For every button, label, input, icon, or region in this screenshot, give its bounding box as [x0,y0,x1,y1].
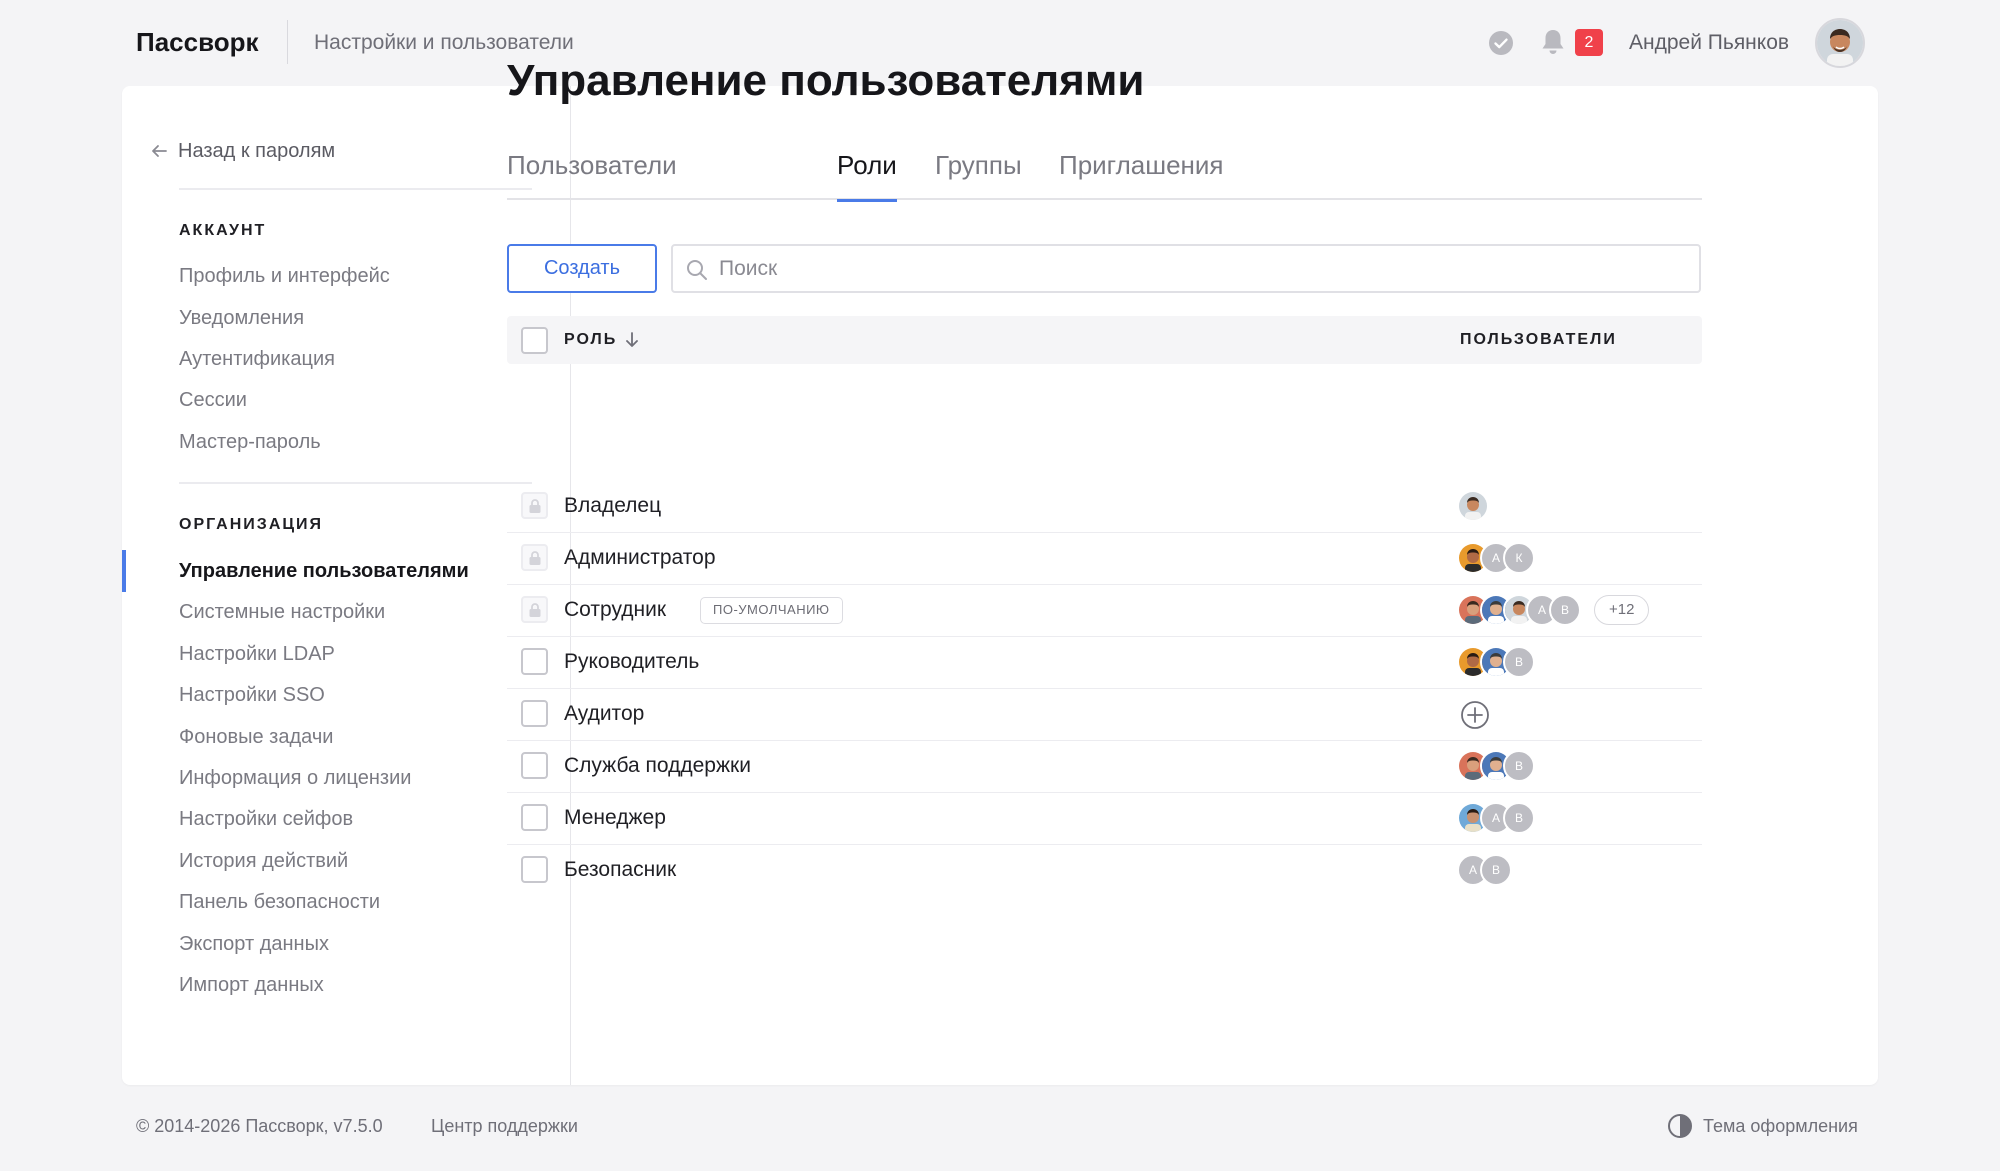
role-name[interactable]: Безопасник [564,858,676,882]
sidebar-item-sso[interactable]: Настройки SSO [179,684,325,707]
row-checkbox-locked [521,596,548,623]
sidebar-item-export[interactable]: Экспорт данных [179,933,329,956]
role-name[interactable]: Администратор [564,546,716,570]
user-avatar-initial[interactable]: К [1503,542,1535,574]
support-center-link[interactable]: Центр поддержки [431,1116,578,1137]
sidebar-item-security-dashboard[interactable]: Панель безопасности [179,891,380,914]
sidebar-item-background-tasks[interactable]: Фоновые задачи [179,726,333,749]
arrow-left-icon [152,145,167,157]
row-checkbox[interactable] [521,804,548,831]
theme-toggle[interactable]: Тема оформления [1667,1113,1858,1139]
sidebar-item-authentication[interactable]: Аутентификация [179,348,335,371]
table-row[interactable]: Менеджер А В [507,792,1702,845]
table-row[interactable]: Служба поддержки В [507,740,1702,793]
table-header: РОЛЬ ПОЛЬЗОВАТЕЛИ [507,316,1702,364]
sidebar-divider [179,482,532,484]
tab-users[interactable]: Пользователи [507,150,677,200]
header-divider [287,20,288,64]
sidebar-item-system-settings[interactable]: Системные настройки [179,601,385,624]
theme-contrast-icon [1668,1114,1692,1138]
column-header-users: ПОЛЬЗОВАТЕЛИ [1460,331,1617,348]
row-checkbox[interactable] [521,648,548,675]
row-checkbox[interactable] [521,752,548,779]
breadcrumb: Настройки и пользователи [314,31,574,54]
sidebar-item-license[interactable]: Информация о лицензии [179,767,411,790]
theme-toggle-label: Тема оформления [1703,1115,1858,1136]
user-avatar-initial[interactable]: В [1480,854,1512,886]
column-header-role[interactable]: РОЛЬ [564,331,617,349]
lock-icon [529,603,541,617]
role-users-avatars[interactable]: АВ [1457,854,1512,886]
role-users-avatars[interactable]: А В +12 [1457,594,1650,626]
more-users-count[interactable]: +12 [1594,595,1650,625]
role-name[interactable]: Руководитель [564,650,699,674]
user-avatar[interactable] [1815,18,1865,68]
sort-down-icon[interactable] [623,330,641,350]
role-users-avatars[interactable] [1457,490,1489,522]
table-row[interactable]: Руководитель В [507,636,1702,689]
table-row[interactable]: Сотрудник ПО-УМОЛЧАНИЮ А В +12 [507,584,1702,637]
role-users-avatars[interactable]: АВ [1457,802,1535,834]
back-to-passwords-link[interactable]: Назад к паролям [150,136,335,166]
search-icon [687,260,707,280]
search-input[interactable] [719,254,1679,284]
role-name[interactable]: Аудитор [564,702,644,726]
tab-bar: Пользователи Роли Группы Приглашения [507,150,1702,202]
select-all-checkbox[interactable] [521,327,548,354]
lock-icon [529,499,541,513]
tab-roles[interactable]: Роли [837,150,897,202]
table-row[interactable]: Аудитор [507,688,1702,741]
notification-badge[interactable]: 2 [1575,29,1603,56]
role-users-avatars[interactable]: В [1457,750,1535,782]
user-avatar-initial[interactable]: В [1503,646,1535,678]
active-indicator [122,550,126,592]
tab-groups[interactable]: Группы [935,150,1022,200]
user-avatar-initial[interactable]: В [1503,802,1535,834]
tab-invitations[interactable]: Приглашения [1059,150,1224,200]
sidebar-section-account: АККАУНТ [179,222,267,239]
brand-logo[interactable]: Пассворк [136,27,258,58]
row-checkbox[interactable] [521,856,548,883]
back-link-label: Назад к паролям [178,139,336,162]
create-role-button[interactable]: Создать [507,244,657,293]
lock-icon [529,551,541,565]
sidebar-item-vault-settings[interactable]: Настройки сейфов [179,808,353,831]
role-users-avatars[interactable]: АК [1457,542,1535,574]
role-name[interactable]: Сотрудник [564,598,666,622]
table-row[interactable]: Администратор А К [507,532,1702,585]
sidebar-item-sessions[interactable]: Сессии [179,389,247,412]
page-title: Управление пользователями [507,56,1145,105]
sidebar-item-notifications[interactable]: Уведомления [179,307,304,330]
sidebar-section-organization: ОРГАНИЗАЦИЯ [179,516,324,533]
sidebar-item-activity-log[interactable]: История действий [179,850,348,873]
bell-icon[interactable] [1540,28,1566,56]
user-avatar[interactable] [1457,490,1489,522]
user-name[interactable]: Андрей Пьянков [1629,31,1789,55]
table-row[interactable]: Владелец [507,480,1702,533]
row-checkbox-locked [521,492,548,519]
sidebar-item-profile[interactable]: Профиль и интерфейс [179,265,390,288]
user-avatar-initial[interactable]: В [1503,750,1535,782]
table-row[interactable]: Безопасник А В [507,844,1702,897]
sidebar-item-user-management[interactable]: Управление пользователями [179,560,469,583]
status-check-icon[interactable] [1488,30,1514,56]
footer-copyright: © 2014-2026 Пассворк, v7.5.0 [136,1116,383,1136]
default-badge: ПО-УМОЛЧАНИЮ [700,597,843,624]
role-name[interactable]: Владелец [564,494,661,518]
role-name[interactable]: Служба поддержки [564,754,751,778]
add-circle-icon[interactable] [1460,700,1490,730]
sidebar-item-ldap[interactable]: Настройки LDAP [179,643,335,666]
row-checkbox[interactable] [521,700,548,727]
sidebar-divider [179,188,532,190]
row-checkbox-locked [521,544,548,571]
sidebar-item-master-password[interactable]: Мастер-пароль [179,431,321,454]
search-box [671,244,1701,293]
user-avatar-initial[interactable]: В [1549,594,1581,626]
role-users-avatars[interactable]: В [1457,646,1535,678]
role-name[interactable]: Менеджер [564,806,666,830]
sidebar-item-import[interactable]: Импорт данных [179,974,324,997]
